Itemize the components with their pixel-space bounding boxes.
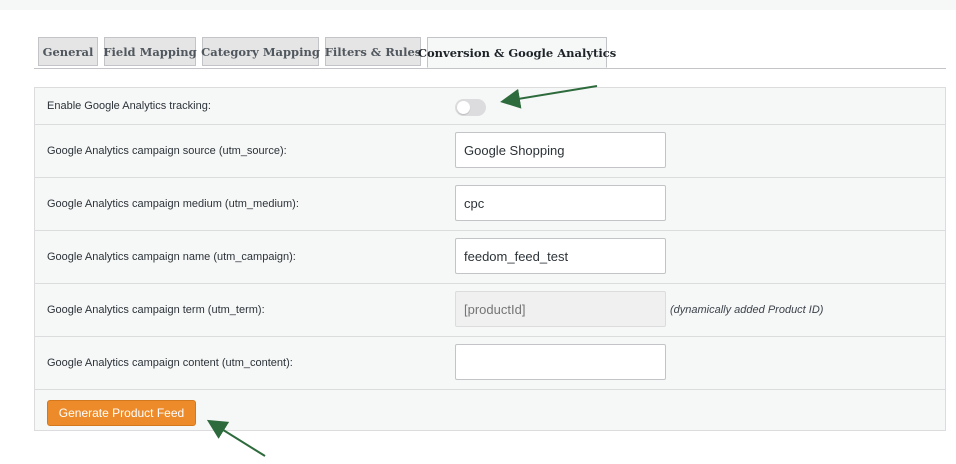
utm-term-label: Google Analytics campaign term (utm_term… [47,304,265,316]
row-tracking: Enable Google Analytics tracking: [35,88,945,125]
row-utm-medium: Google Analytics campaign medium (utm_me… [35,178,945,231]
utm-content-label: Google Analytics campaign content (utm_c… [47,357,293,369]
utm-term-hint: (dynamically added Product ID) [670,304,824,316]
tab-category-mapping[interactable]: Category Mapping [201,37,320,66]
row-utm-campaign: Google Analytics campaign name (utm_camp… [35,231,945,284]
utm-medium-input[interactable] [455,185,666,221]
row-utm-term: Google Analytics campaign term (utm_term… [35,284,945,337]
row-utm-content: Google Analytics campaign content (utm_c… [35,337,945,390]
tab-conversion-google-analytics[interactable]: Conversion & Google Analytics [418,37,616,68]
tracking-toggle[interactable] [455,99,486,116]
toggle-knob [457,101,470,114]
utm-campaign-input[interactable] [455,238,666,274]
utm-source-input[interactable] [455,132,666,168]
utm-medium-label: Google Analytics campaign medium (utm_me… [47,198,299,210]
utm-campaign-label: Google Analytics campaign name (utm_camp… [47,251,296,263]
tracking-label: Enable Google Analytics tracking: [47,100,211,112]
utm-term-input [455,291,666,327]
tab-general[interactable]: General [38,37,98,66]
tab-field-mapping[interactable]: Field Mapping [103,37,197,66]
top-bar [0,0,956,10]
row-actions: Generate Product Feed [35,390,945,430]
analytics-settings-table: Enable Google Analytics tracking: Google… [34,87,946,431]
row-utm-source: Google Analytics campaign source (utm_so… [35,125,945,178]
generate-product-feed-button[interactable]: Generate Product Feed [47,400,196,426]
tab-bar: General Field Mapping Category Mapping F… [34,37,946,69]
utm-source-label: Google Analytics campaign source (utm_so… [47,145,287,157]
tab-filters-rules[interactable]: Filters & Rules [325,37,421,66]
utm-content-input[interactable] [455,344,666,380]
